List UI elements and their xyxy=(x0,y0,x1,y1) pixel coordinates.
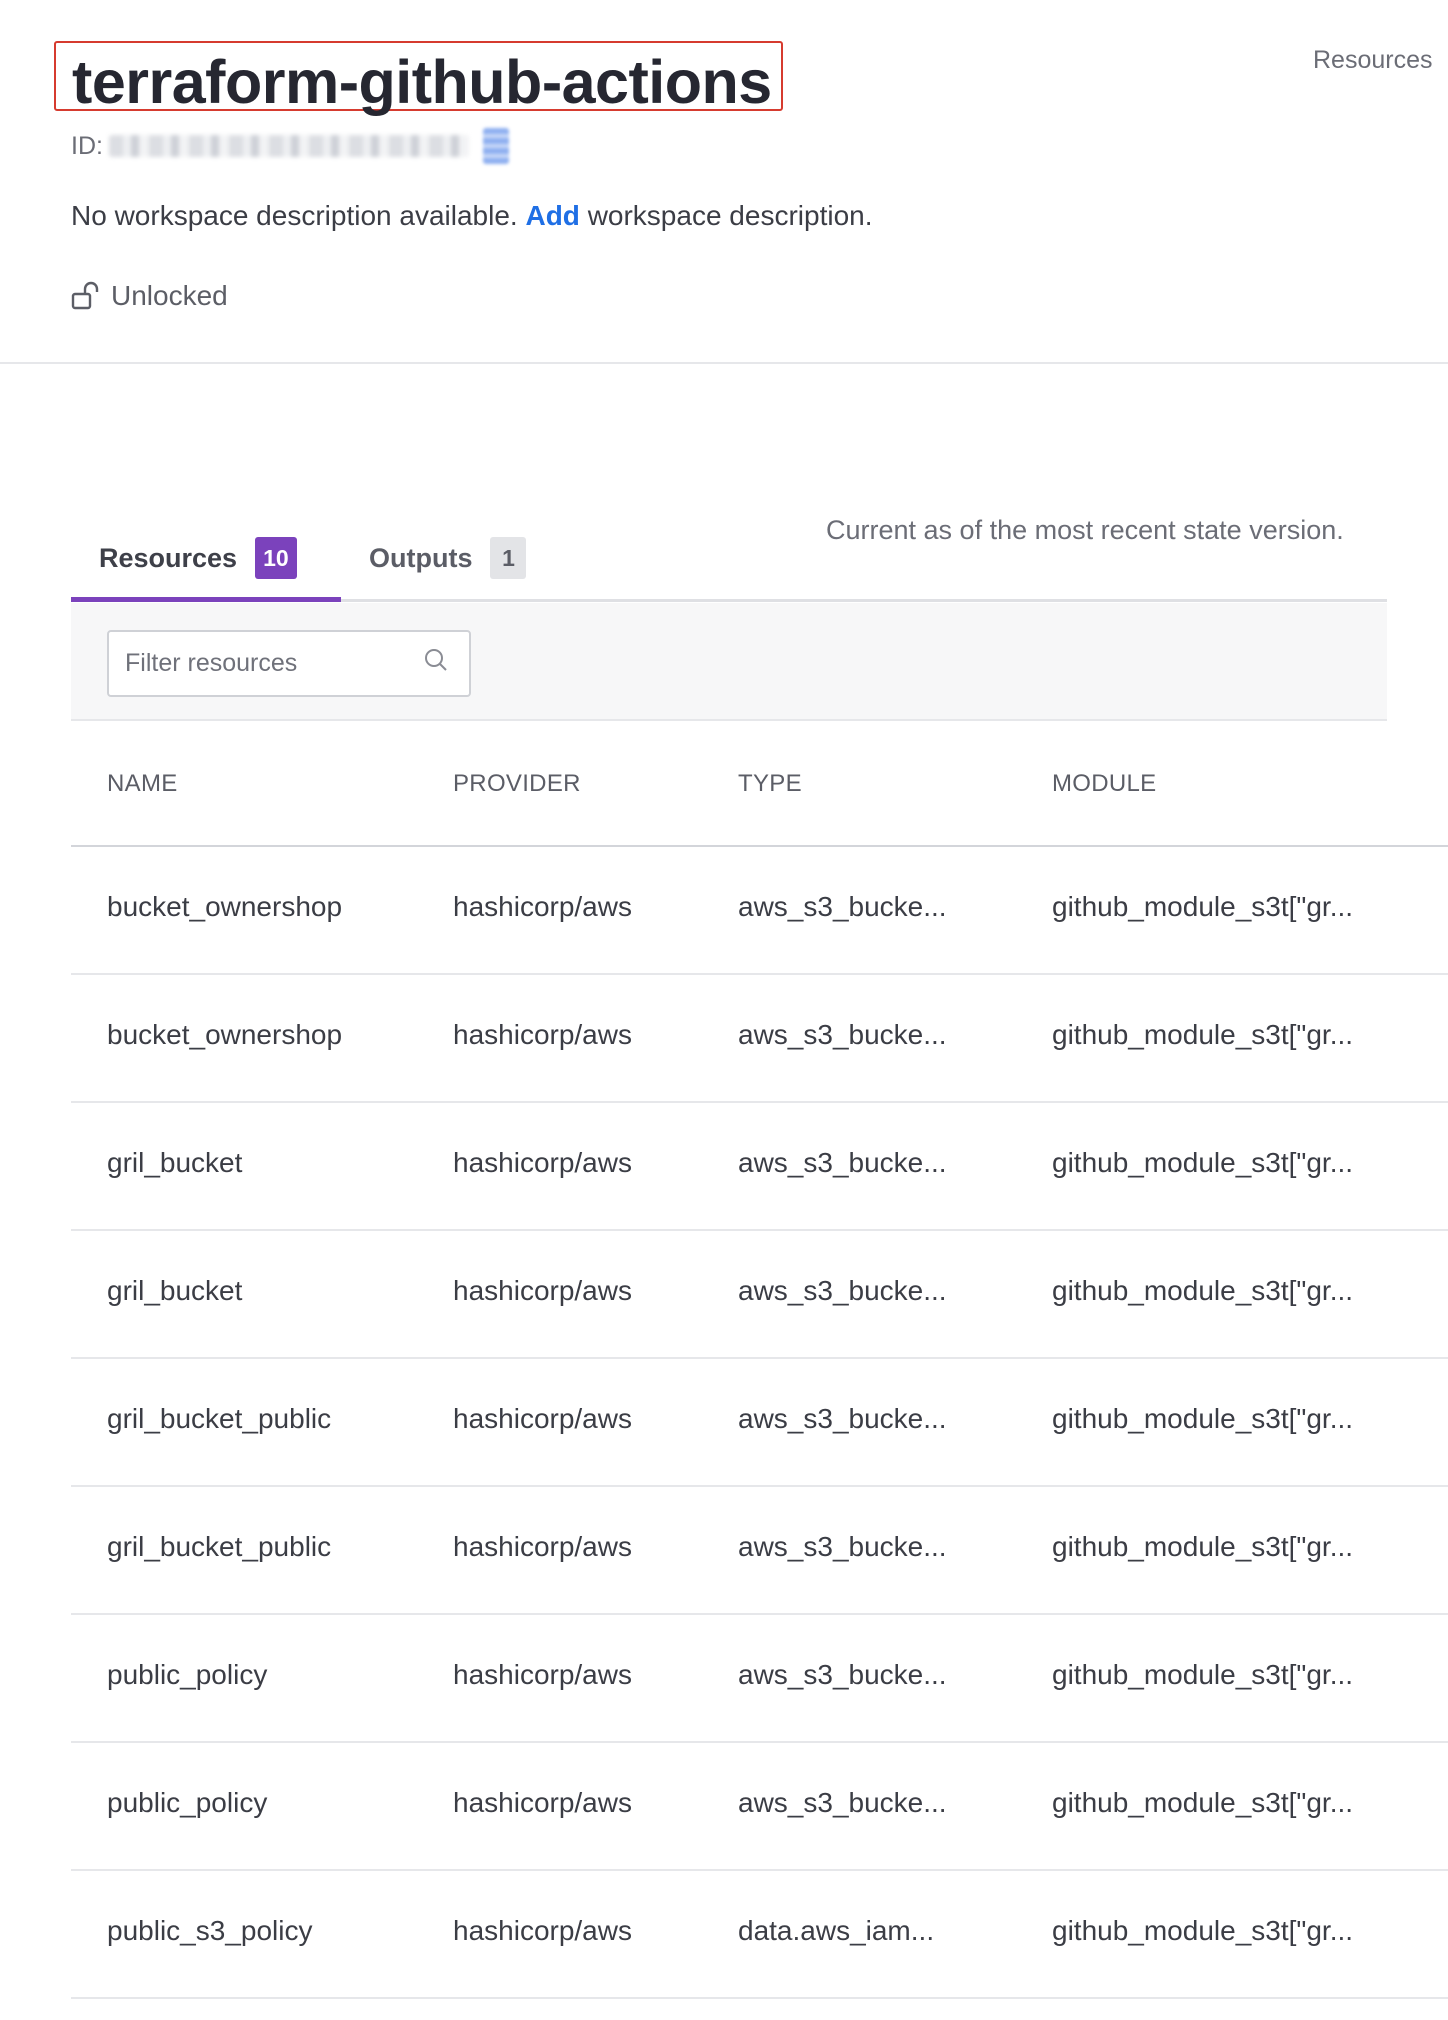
cell-provider: hashicorp/aws xyxy=(453,1915,632,1946)
id-label: ID: xyxy=(71,131,103,160)
cell-type: aws_s3_bucke... xyxy=(738,1531,947,1562)
cell-module: github_module_s3t["gr... xyxy=(1052,1403,1354,1434)
table-row[interactable]: bucket_ownershop hashicorp/aws aws_s3_buck… xyxy=(71,847,1448,975)
cell-type: aws_s3_bucke... xyxy=(738,1659,947,1690)
table-row[interactable]: public_s3_policy hashicorp/aws data.aws_ia… xyxy=(71,1871,1448,1999)
cell-name[interactable]: public_policy xyxy=(107,1659,267,1691)
cell-name[interactable]: bucket_ownershop xyxy=(107,1019,342,1051)
filter-bar xyxy=(71,603,1387,721)
cell-name[interactable]: gril_bucket xyxy=(107,1147,242,1179)
cell-module: github_module_s3t["gr... xyxy=(1052,1659,1354,1690)
state-version-note: Current as of the most recent state vers… xyxy=(826,515,1344,545)
cell-provider: hashicorp/aws xyxy=(453,1147,632,1178)
cell-module: github_module_s3t["gr... xyxy=(1052,1275,1354,1306)
cell-module: github_module_s3t["gr... xyxy=(1052,1019,1354,1050)
cell-name[interactable]: public_s3_policy xyxy=(107,1915,312,1947)
table-row[interactable]: public_policy hashicorp/aws aws_s3_bucke..… xyxy=(71,1615,1448,1743)
cell-module: github_module_s3t["gr... xyxy=(1052,1915,1354,1946)
cell-module: github_module_s3t["gr... xyxy=(1052,1147,1354,1178)
cell-name[interactable]: gril_bucket_public xyxy=(107,1531,331,1563)
cell-provider: hashicorp/aws xyxy=(453,1403,632,1434)
description-prefix: No workspace description available. xyxy=(71,200,518,231)
table-row[interactable]: gril_bucket_public hashicorp/aws aws_s3_bu… xyxy=(71,1487,1448,1615)
outputs-count-badge: 1 xyxy=(490,537,527,579)
cell-module: github_module_s3t["gr... xyxy=(1052,1787,1354,1818)
column-header-module[interactable]: MODULE xyxy=(1052,770,1156,798)
lock-status-label: Unlocked xyxy=(111,280,228,311)
tab-outputs-label: Outputs xyxy=(369,542,473,573)
table-row[interactable]: public_policy hashicorp/aws aws_s3_bucke..… xyxy=(71,1743,1448,1871)
tab-resources[interactable]: Resources 10 xyxy=(99,515,297,601)
tab-resources-label: Resources xyxy=(99,542,238,573)
search-icon xyxy=(425,649,447,671)
copy-icon[interactable] xyxy=(482,128,509,164)
cell-type: data.aws_iam... xyxy=(738,1915,935,1946)
section-divider xyxy=(0,362,1448,364)
active-tab-indicator xyxy=(71,597,341,602)
table-row[interactable]: gril_bucket_public hashicorp/aws aws_s3_bu… xyxy=(71,1359,1448,1487)
cell-type: aws_s3_bucke... xyxy=(738,1403,947,1434)
add-description-link[interactable]: Add xyxy=(525,200,579,231)
cell-provider: hashicorp/aws xyxy=(453,1275,632,1306)
workspace-id-row: ID: xyxy=(71,128,509,164)
cell-provider: hashicorp/aws xyxy=(453,1531,632,1562)
cell-provider: hashicorp/aws xyxy=(453,891,632,922)
table-row[interactable]: gril_bucket hashicorp/aws aws_s3_bucke... g… xyxy=(71,1231,1448,1359)
cell-type: aws_s3_bucke... xyxy=(738,1147,947,1178)
cell-provider: hashicorp/aws xyxy=(453,1019,632,1050)
workspace-title: terraform-github-actions xyxy=(72,48,772,116)
cell-provider: hashicorp/aws xyxy=(453,1787,632,1818)
resources-table: NAME PROVIDER TYPE MODULE bucket_ownersh… xyxy=(71,721,1448,1999)
unlocked-padlock-icon xyxy=(71,281,99,310)
cell-type: aws_s3_bucke... xyxy=(738,1019,947,1050)
cell-type: aws_s3_bucke... xyxy=(738,1275,947,1306)
column-header-type[interactable]: TYPE xyxy=(738,770,802,798)
resources-count-badge: 10 xyxy=(255,537,297,579)
workspace-description: No workspace description available. Add … xyxy=(71,200,873,232)
filter-resources-input[interactable] xyxy=(107,630,471,697)
cell-name[interactable]: gril_bucket_public xyxy=(107,1403,331,1435)
table-body: bucket_ownershop hashicorp/aws aws_s3_buck… xyxy=(71,847,1448,1999)
cell-module: github_module_s3t["gr... xyxy=(1052,1531,1354,1562)
cell-name[interactable]: public_policy xyxy=(107,1787,267,1819)
description-suffix: workspace description. xyxy=(587,200,873,231)
cell-module: github_module_s3t["gr... xyxy=(1052,891,1354,922)
lock-status[interactable]: Unlocked xyxy=(71,280,228,312)
cell-type: aws_s3_bucke... xyxy=(738,891,947,922)
cell-provider: hashicorp/aws xyxy=(453,1659,632,1690)
resources-nav-link[interactable]: Resources xyxy=(1313,46,1433,75)
table-header: NAME PROVIDER TYPE MODULE xyxy=(71,721,1448,847)
redacted-id-value xyxy=(108,135,469,157)
column-header-provider[interactable]: PROVIDER xyxy=(453,770,581,798)
table-row[interactable]: bucket_ownershop hashicorp/aws aws_s3_buck… xyxy=(71,975,1448,1103)
cell-type: aws_s3_bucke... xyxy=(738,1787,947,1818)
table-row[interactable]: gril_bucket hashicorp/aws aws_s3_bucke... g… xyxy=(71,1103,1448,1231)
tab-outputs[interactable]: Outputs 1 xyxy=(369,515,527,601)
cell-name[interactable]: gril_bucket xyxy=(107,1275,242,1307)
cell-name[interactable]: bucket_ownershop xyxy=(107,891,342,923)
column-header-name[interactable]: NAME xyxy=(107,770,178,798)
